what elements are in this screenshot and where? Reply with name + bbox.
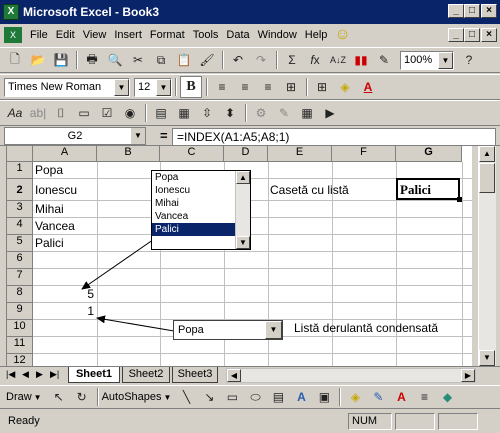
chevron-down-icon[interactable]: ▼ [164,393,172,402]
status-ready: Ready [8,415,40,427]
chevron-down-icon[interactable]: ▼ [265,321,282,339]
scroll-down-icon[interactable]: ▼ [479,350,495,366]
list-box-control[interactable]: Popa Ionescu Mihai Vancea Palici ▲ ▼ [151,170,251,250]
free-rotate-icon[interactable]: ↻ [71,386,93,408]
status-field-empty [395,413,435,430]
line-icon[interactable]: ╲ [175,386,197,408]
autoshapes-menu[interactable]: AutoShapes [102,391,162,403]
wordart-icon[interactable]: A [290,386,312,408]
draw-menu[interactable]: Draw [6,391,32,403]
scroll-down-icon[interactable]: ▼ [236,236,250,249]
font-color-icon[interactable]: A [390,386,412,408]
scroll-thumb[interactable] [479,163,495,193]
tab-sheet3[interactable]: Sheet3 [172,367,218,383]
chevron-down-icon[interactable]: ▼ [34,393,42,402]
fill-color-icon[interactable]: ◈ [344,386,366,408]
arrow-icon[interactable]: ↘ [198,386,220,408]
list-box-scrollbar[interactable]: ▲ ▼ [235,171,250,249]
next-sheet-icon[interactable]: ▶ [36,369,43,380]
line-style-icon[interactable]: ≡ [413,386,435,408]
scroll-left-icon[interactable]: ◀ [227,369,241,382]
status-num: NUM [348,413,392,430]
oval-icon[interactable]: ⬭ [244,386,266,408]
horizontal-scrollbar[interactable]: ◀ ▶ [226,368,476,383]
last-sheet-icon[interactable]: ▶| [50,369,59,380]
status-field-empty [438,413,478,430]
dropdown-control[interactable]: Popa ▼ [173,320,283,340]
scroll-right-icon[interactable]: ▶ [461,369,475,382]
drawing-toolbar: Draw ▼ ↖ ↻ AutoShapes ▼ ╲ ↘ ▭ ⬭ ▤ A ▣ ◈ … [0,385,500,409]
tab-sheet2[interactable]: Sheet2 [122,367,170,383]
scroll-up-icon[interactable]: ▲ [236,171,250,184]
line-color-icon[interactable]: ✎ [367,386,389,408]
vertical-scrollbar[interactable]: ▲ ▼ [478,146,496,366]
3d-icon[interactable]: ◆ [436,386,458,408]
scroll-up-icon[interactable]: ▲ [479,146,495,162]
list-box-option-selected[interactable]: Palici [152,223,235,236]
prev-sheet-icon[interactable]: ◀ [22,369,29,380]
tab-sheet1[interactable]: Sheet1 [68,367,120,383]
clip-art-icon[interactable]: ▣ [313,386,335,408]
text-box-icon[interactable]: ▤ [267,386,289,408]
first-sheet-icon[interactable]: |◀ [6,369,15,380]
select-objects-icon[interactable]: ↖ [48,386,70,408]
rectangle-icon[interactable]: ▭ [221,386,243,408]
sheet-tabs-bar: |◀ ◀ ▶ ▶| Sheet1 Sheet2 Sheet3 ◀ ▶ [0,366,500,384]
